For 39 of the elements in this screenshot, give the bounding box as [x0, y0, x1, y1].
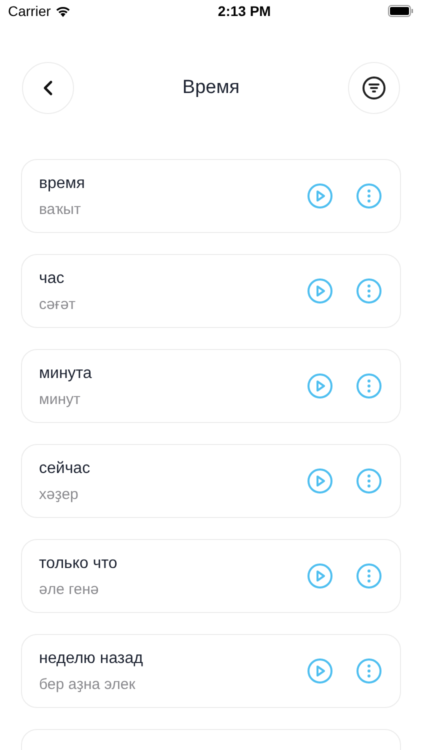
- carrier-label: Carrier: [8, 2, 51, 20]
- page-title: Время: [182, 76, 240, 100]
- translation-text: минут: [39, 390, 82, 408]
- play-icon[interactable]: [307, 183, 333, 209]
- word-card[interactable]: неделю назад бер аҙна элек: [21, 634, 401, 708]
- word-card[interactable]: минута минут: [21, 349, 401, 423]
- back-button[interactable]: [22, 62, 74, 114]
- more-icon[interactable]: [356, 183, 382, 209]
- word-text: только что: [39, 554, 118, 574]
- translation-text: сәғәт: [39, 294, 76, 314]
- translation-text: хәҙер: [39, 484, 80, 504]
- more-icon[interactable]: [356, 563, 382, 589]
- word-text: час: [39, 268, 66, 288]
- play-icon[interactable]: [307, 373, 333, 399]
- word-text: минута: [39, 364, 92, 384]
- more-icon[interactable]: [356, 278, 382, 304]
- filter-icon: [362, 76, 386, 100]
- more-icon[interactable]: [356, 468, 382, 494]
- play-icon[interactable]: [307, 278, 333, 304]
- more-icon[interactable]: [356, 373, 382, 399]
- clock-time: 2:13 PM: [218, 2, 271, 20]
- word-card[interactable]: только что әле генә: [21, 539, 401, 613]
- play-icon[interactable]: [307, 468, 333, 494]
- translation-text: бер аҙна элек: [39, 674, 136, 694]
- translation-text: ваҡыт: [39, 200, 82, 218]
- filter-button[interactable]: [348, 62, 400, 114]
- play-icon[interactable]: [307, 658, 333, 684]
- word-card[interactable]: сейчас хәҙер: [21, 444, 401, 518]
- more-icon[interactable]: [356, 658, 382, 684]
- word-text: сейчас: [39, 458, 90, 478]
- play-icon[interactable]: [307, 563, 333, 589]
- wifi-icon: [54, 5, 71, 17]
- back-icon: [43, 80, 53, 96]
- translation-text: әле генә: [39, 580, 100, 598]
- word-text: время: [39, 174, 85, 194]
- battery-icon: [388, 5, 414, 17]
- word-card[interactable]: час сәғәт: [21, 254, 401, 328]
- word-text: неделю назад: [39, 648, 143, 668]
- word-card[interactable]: время ваҡыт: [21, 159, 401, 233]
